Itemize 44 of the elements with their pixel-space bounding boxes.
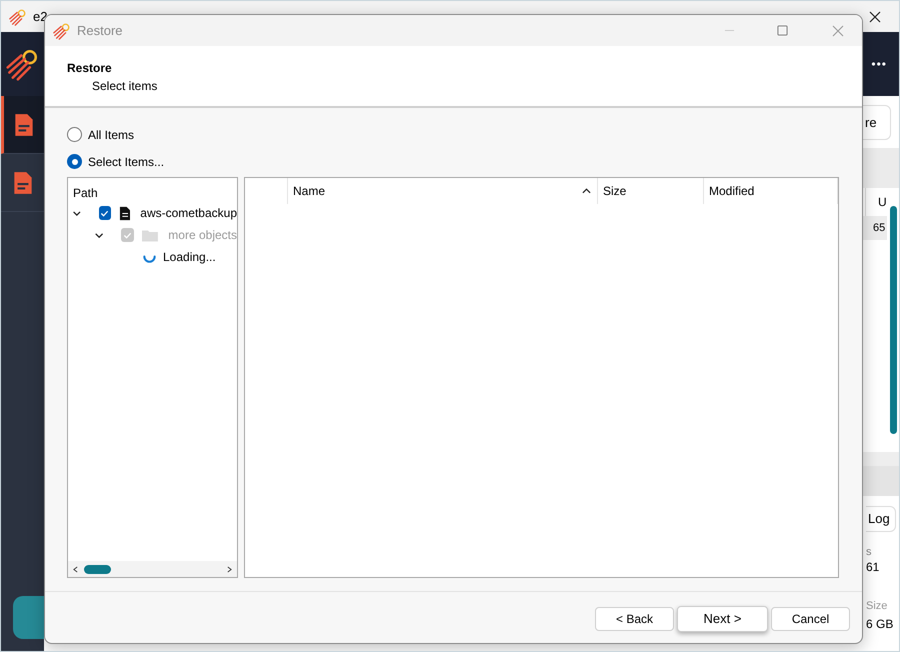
horizontal-scrollbar[interactable] — [68, 561, 237, 577]
document-icon — [13, 112, 35, 138]
loading-text: Loading... — [163, 249, 216, 266]
maximize-icon[interactable] — [777, 25, 788, 36]
partial-button[interactable]: re — [863, 105, 891, 140]
stat-value: 61 — [866, 559, 880, 576]
radio-label[interactable]: Select Items... — [88, 152, 164, 170]
dialog-title: Restore — [77, 22, 123, 40]
more-button[interactable]: ••• — [871, 55, 887, 73]
tree-item-label[interactable]: aws-cometbackup — [140, 204, 238, 222]
folder-icon — [142, 228, 158, 242]
radio-button[interactable] — [67, 154, 82, 169]
action-button[interactable] — [13, 596, 44, 639]
sidebar-item[interactable] — [1, 96, 44, 154]
close-icon[interactable] — [869, 10, 881, 22]
dialog-button[interactable]: Cancel — [771, 607, 850, 631]
radio-label[interactable]: All Items — [88, 126, 134, 144]
column-header[interactable]: Size — [598, 178, 704, 204]
column-header[interactable]: Name — [288, 178, 598, 204]
scroll-right-icon[interactable] — [227, 566, 232, 572]
column-header[interactable]: Modified — [704, 178, 838, 204]
stat-label: s — [866, 545, 872, 558]
dialog-button[interactable]: < Back — [595, 607, 674, 631]
dialog-heading: Restore — [67, 60, 113, 77]
comet-logo-icon — [9, 8, 27, 26]
toolbar-background — [863, 466, 899, 496]
dialog-subheading: Select items — [91, 78, 158, 95]
dialog-button[interactable]: Next > — [677, 606, 768, 632]
log-button[interactable]: Log — [866, 506, 896, 532]
table-cell: 65 — [863, 216, 887, 240]
radio-button[interactable] — [67, 127, 82, 142]
size-label: Size — [866, 599, 888, 614]
file-icon — [118, 206, 130, 220]
check-icon — [123, 230, 132, 240]
tree-header: Path — [72, 185, 99, 202]
horizontal-scrollbar[interactable] — [863, 452, 899, 466]
scroll-left-icon[interactable] — [73, 566, 78, 572]
scrollbar-thumb[interactable] — [84, 564, 111, 574]
document-icon — [12, 170, 34, 196]
check-icon — [100, 208, 110, 218]
size-value: 6 GB — [866, 616, 894, 632]
comet-logo-icon — [6, 47, 40, 81]
checkbox[interactable] — [98, 206, 111, 220]
comet-logo-icon — [53, 22, 71, 40]
